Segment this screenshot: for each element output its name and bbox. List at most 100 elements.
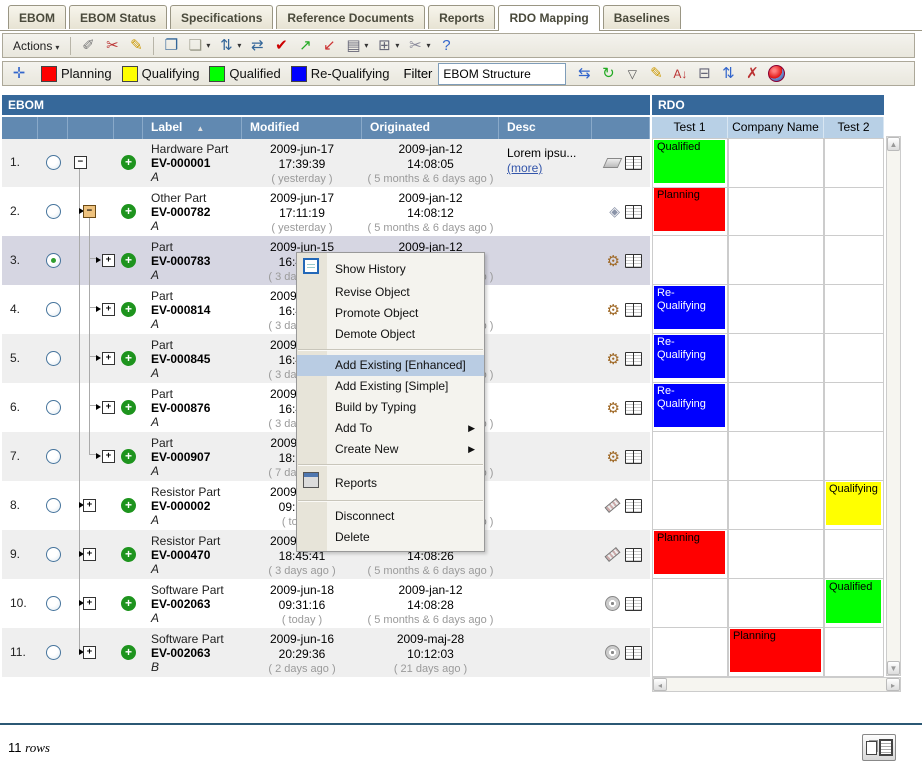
book-icon[interactable] [625,597,642,611]
chart-sphere-icon[interactable] [764,64,789,83]
menu-item-reports[interactable]: Reports [297,470,484,496]
demote-icon[interactable]: ↙ [317,36,341,56]
rdo-test1-cell[interactable]: Re-Qualifying [652,285,728,334]
menu-item-add-existing-simple[interactable]: Add Existing [Simple] [297,376,484,397]
edit-icon[interactable]: ✎ [124,36,148,56]
rdo-company-name-cell[interactable] [728,334,824,383]
rdo-test1-cell[interactable] [652,628,728,677]
validate-icon[interactable]: ✔ [269,36,293,56]
tree-expand-icon[interactable]: + [83,548,96,561]
book-icon[interactable] [625,401,642,415]
tree-expand-icon[interactable]: + [102,352,115,365]
rdo-test2-cell[interactable] [824,138,884,188]
menu-item-demote-object[interactable]: Demote Object [297,324,484,345]
menu-item-promote-object[interactable]: Promote Object [297,303,484,324]
help-icon[interactable]: ? [434,36,458,56]
actions-menu-button[interactable]: Actions▾ [7,37,65,55]
column-header-modified[interactable]: Modified [242,117,362,139]
rdo-test1-cell[interactable] [652,432,728,481]
tree-expand-icon[interactable]: + [83,646,96,659]
tree-expand-icon[interactable]: + [102,254,115,267]
rdo-company-name-cell[interactable] [728,579,824,628]
add-child-button[interactable]: + [121,449,136,464]
menu-item-add-to[interactable]: Add To▶ [297,418,484,439]
table-row[interactable]: 1.−+Hardware PartEV-000001A2009-jun-1717… [2,138,650,187]
row-radio-button[interactable] [46,400,61,415]
tab-rdo-mapping[interactable]: RDO Mapping [498,5,599,31]
add-child-button[interactable]: + [121,204,136,219]
add-child-button[interactable]: + [121,596,136,611]
rdo-test2-cell[interactable] [824,187,884,236]
row-radio-button[interactable] [46,498,61,513]
table-row[interactable]: 11.++Software PartEV-002063B2009-jun-162… [2,628,650,677]
tools-icon[interactable]: ✂▾ [403,36,434,56]
compare-icon[interactable]: ✗ [740,64,764,84]
add-child-button[interactable]: + [121,155,136,170]
refresh-icon[interactable]: ↻ [596,64,620,84]
rdo-test1-cell[interactable]: Re-Qualifying [652,334,728,383]
scroll-up-icon[interactable]: ▲ [887,137,900,151]
rdo-company-name-cell[interactable]: Planning [728,628,824,677]
row-radio-button[interactable] [46,253,61,268]
row-radio-button[interactable] [46,302,61,317]
tree-expand-icon[interactable]: + [83,597,96,610]
row-radio-button[interactable] [46,596,61,611]
book-icon[interactable] [625,205,642,219]
column-header-label[interactable]: Label▲ [143,117,242,139]
rdo-test2-cell[interactable] [824,530,884,579]
rdo-test2-cell[interactable] [824,236,884,285]
rdo-company-name-cell[interactable] [728,530,824,579]
add-child-button[interactable]: + [121,498,136,513]
row-radio-button[interactable] [46,204,61,219]
print-icon[interactable]: ▤▾ [341,36,372,56]
tree-sort-icon[interactable]: ⇅ [716,64,740,84]
menu-item-delete[interactable]: Delete [297,527,484,548]
add-child-button[interactable]: + [121,547,136,562]
rdo-company-name-cell[interactable] [728,138,824,188]
rdo-company-name-cell[interactable] [728,432,824,481]
book-icon[interactable] [625,254,642,268]
window-toggle-button[interactable] [862,734,896,761]
menu-item-show-history[interactable]: Show History [297,256,484,282]
tab-ebom[interactable]: EBOM [8,5,66,29]
tab-reports[interactable]: Reports [428,5,495,29]
view-columns-icon[interactable]: ⊞▾ [372,36,403,56]
tree-expand-icon[interactable]: + [102,450,115,463]
tree-collapse-icon[interactable]: − [74,156,87,169]
menu-item-add-existing-enhanced[interactable]: Add Existing [Enhanced] [297,355,484,376]
tree-expand-icon[interactable]: + [102,303,115,316]
vertical-scrollbar[interactable]: ▲ ▼ [886,136,901,676]
tab-baselines[interactable]: Baselines [603,5,681,29]
book-icon[interactable] [625,646,642,660]
rdo-test2-cell[interactable]: Qualified [824,579,884,628]
book-icon[interactable] [625,156,642,170]
rdo-test2-cell[interactable] [824,383,884,432]
table-row[interactable]: 2.−+Other PartEV-000782A2009-jun-1717:11… [2,187,650,236]
tab-ebom-status[interactable]: EBOM Status [69,5,167,29]
row-radio-button[interactable] [46,645,61,660]
connect-icon[interactable]: ✐ [76,36,100,56]
swap-window-icon[interactable]: ⇄ [245,36,269,56]
expand-all-icon[interactable]: ✛ [7,64,31,84]
book-icon[interactable] [625,352,642,366]
tree-collapse-icon[interactable]: − [83,205,96,218]
cascade-windows-icon[interactable]: ❐ [159,36,183,56]
funnel-filter-icon[interactable]: ▽ [620,64,644,84]
rdo-test1-cell[interactable] [652,236,728,285]
add-child-button[interactable]: + [121,302,136,317]
rdo-test1-cell[interactable]: Qualified [652,138,728,188]
book-icon[interactable] [625,548,642,562]
more-link[interactable]: (more) [507,161,592,176]
rdo-company-name-cell[interactable] [728,236,824,285]
book-icon[interactable] [625,303,642,317]
column-header-desc[interactable]: Desc [499,117,592,139]
add-child-button[interactable]: + [121,645,136,660]
rdo-test1-cell[interactable] [652,481,728,530]
disconnect-icon[interactable]: ✂ [100,36,124,56]
edit-notes-icon[interactable]: ✎ [644,64,668,84]
rdo-company-name-cell[interactable] [728,383,824,432]
rdo-test1-cell[interactable]: Planning [652,530,728,579]
tab-specifications[interactable]: Specifications [170,5,273,29]
book-icon[interactable] [625,450,642,464]
add-child-button[interactable]: + [121,351,136,366]
